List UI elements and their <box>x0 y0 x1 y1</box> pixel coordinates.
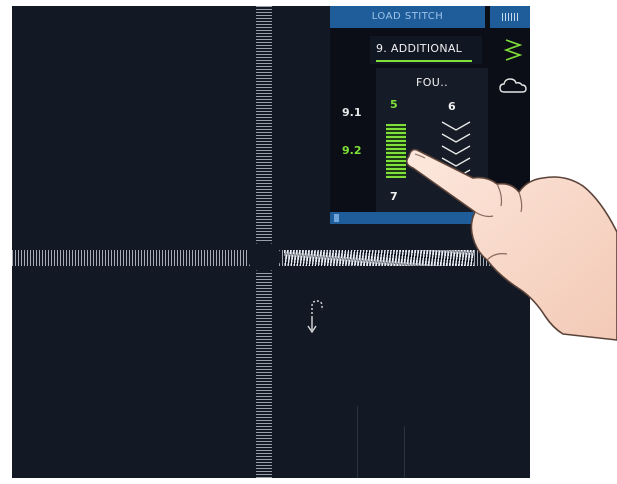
subcategory-list: 9.1 9.2 <box>330 28 370 214</box>
load-stitch-button[interactable]: LOAD STITCH <box>330 6 485 28</box>
category-label: 9. ADDITIONAL <box>376 42 463 55</box>
guide-line <box>404 426 405 478</box>
cloud-icon[interactable] <box>496 72 530 102</box>
bottom-bar-indicator <box>334 214 339 222</box>
guide-line <box>357 406 358 478</box>
category-tab[interactable]: 9. ADDITIONAL <box>370 36 482 64</box>
stitch-crossing-point <box>247 242 281 272</box>
stitch-number-6[interactable]: 6 <box>448 100 456 113</box>
subcategory-item-9-1[interactable]: 9.1 <box>342 106 362 119</box>
zigzag-stitch-icon[interactable] <box>496 36 530 66</box>
u-turn-icon[interactable] <box>306 298 328 338</box>
pointing-hand-illustration <box>405 148 617 341</box>
stitch-density-icon <box>502 13 520 21</box>
subcategory-item-9-2[interactable]: 9.2 <box>342 144 362 157</box>
category-underline <box>376 60 472 62</box>
stitch-density-button[interactable] <box>490 6 530 28</box>
stitch-number-5[interactable]: 5 <box>390 98 398 111</box>
stitch-group-title: FOU.. <box>415 76 449 89</box>
